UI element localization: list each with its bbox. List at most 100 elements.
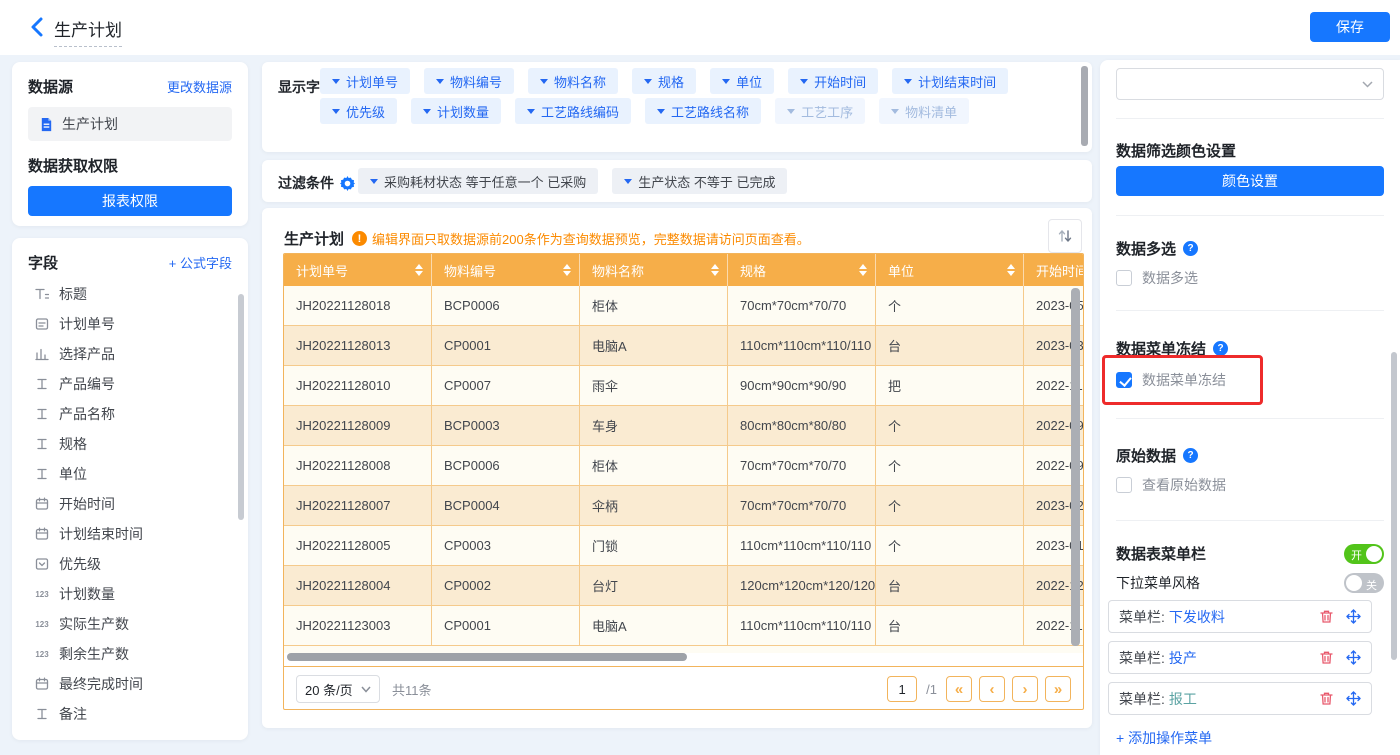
column-header[interactable]: 计划单号 — [284, 254, 432, 286]
panel-scrollbar[interactable] — [1391, 352, 1397, 660]
table-row[interactable]: JH20221128013CP0001电脑A110cm*110cm*110/11… — [284, 326, 1083, 366]
table-row[interactable]: JH20221128010CP0007雨伞90cm*90cm*90/90把202… — [284, 366, 1083, 406]
display-field-chip[interactable]: 工艺工序 — [775, 98, 865, 124]
raw-data-label: 查看原始数据 — [1142, 475, 1226, 495]
trash-icon[interactable] — [1319, 650, 1334, 665]
panel-select[interactable] — [1116, 68, 1384, 100]
display-field-chip[interactable]: 计划单号 — [320, 68, 410, 94]
display-field-chip[interactable]: 优先级 — [320, 98, 397, 124]
sort-order-button[interactable] — [1048, 219, 1082, 253]
report-permission-button[interactable]: 报表权限 — [28, 186, 232, 216]
formula-field-link[interactable]: + 公式字段 — [169, 253, 232, 272]
table-cell: BCP0003 — [432, 406, 580, 446]
back-icon[interactable] — [28, 16, 48, 38]
vertical-scrollbar[interactable] — [1071, 288, 1080, 646]
display-field-chip[interactable]: 工艺路线编码 — [515, 98, 631, 124]
column-header[interactable]: 规格 — [728, 254, 876, 286]
table-cell: 电脑A — [580, 326, 728, 366]
move-icon[interactable] — [1346, 609, 1361, 624]
table-row[interactable]: JH20221128004CP0002台灯120cm*120cm*120/120… — [284, 566, 1083, 606]
table-cell: 70cm*70cm*70/70 — [728, 486, 876, 526]
table-cell: 电脑A — [580, 606, 728, 646]
first-page-button[interactable]: « — [946, 676, 972, 702]
menubar-item[interactable]: 菜单栏: 报工 — [1108, 682, 1372, 715]
display-field-chip[interactable]: 计划数量 — [411, 98, 501, 124]
field-item[interactable]: 产品名称 — [28, 399, 232, 429]
raw-data-checkbox[interactable] — [1116, 477, 1132, 493]
trash-icon[interactable] — [1319, 691, 1334, 706]
table-row[interactable]: JH20221128018BCP0006柜体70cm*70cm*70/70个20… — [284, 286, 1083, 326]
filter-condition-chip[interactable]: 采购耗材状态 等于任意一个 已采购 — [358, 168, 598, 194]
field-item-label: 最终完成时间 — [59, 674, 143, 694]
display-field-chip[interactable]: 物料名称 — [528, 68, 618, 94]
caret-down-icon — [891, 109, 899, 114]
column-header-label: 单位 — [888, 261, 914, 280]
gear-icon[interactable] — [340, 176, 355, 191]
field-item[interactable]: 123计划数量 — [28, 579, 232, 609]
dropdown-style-toggle-off[interactable]: 关 — [1344, 573, 1384, 593]
field-item[interactable]: 产品编号 — [28, 369, 232, 399]
next-page-button[interactable]: › — [1012, 676, 1038, 702]
display-field-chip[interactable]: 规格 — [632, 68, 696, 94]
table-cell: 伞柄 — [580, 486, 728, 526]
divider — [1116, 118, 1384, 119]
color-settings-button[interactable]: 颜色设置 — [1116, 166, 1384, 196]
column-header[interactable]: 单位 — [876, 254, 1024, 286]
menu-freeze-label: 数据菜单冻结 — [1142, 370, 1226, 390]
last-page-button[interactable]: » — [1045, 676, 1071, 702]
field-item[interactable]: 123实际生产数 — [28, 609, 232, 639]
column-header[interactable]: 物料编号 — [432, 254, 580, 286]
field-item[interactable]: 计划单号 — [28, 309, 232, 339]
table-row[interactable]: JH20221128005CP0003门锁110cm*110cm*110/110… — [284, 526, 1083, 566]
field-item[interactable]: 计划结束时间 — [28, 519, 232, 549]
help-icon[interactable]: ? — [1183, 448, 1198, 463]
change-datasource-link[interactable]: 更改数据源 — [167, 77, 232, 96]
display-field-chip[interactable]: 物料清单 — [879, 98, 969, 124]
display-fields-scrollbar[interactable] — [1081, 66, 1088, 146]
filter-condition-chip[interactable]: 生产状态 不等于 已完成 — [612, 168, 787, 194]
field-item-label: 产品编号 — [59, 374, 115, 394]
menu-freeze-heading-row: 数据菜单冻结? — [1116, 338, 1384, 359]
table-cell: 车身 — [580, 406, 728, 446]
caret-down-icon — [540, 79, 548, 84]
save-button[interactable]: 保存 — [1310, 12, 1390, 42]
table-row[interactable]: JH20221123003CP0001电脑A110cm*110cm*110/11… — [284, 606, 1083, 646]
menubar-item[interactable]: 菜单栏: 投产 — [1108, 641, 1372, 674]
display-field-chip[interactable]: 开始时间 — [788, 68, 878, 94]
help-icon[interactable]: ? — [1183, 241, 1198, 256]
menubar-toggle-on[interactable]: 开 — [1344, 544, 1384, 564]
field-item[interactable]: 标题 — [28, 279, 232, 309]
field-item[interactable]: 单位 — [28, 459, 232, 489]
field-item[interactable]: 最终完成时间 — [28, 669, 232, 699]
add-action-menu-link[interactable]: + 添加操作菜单 — [1116, 728, 1384, 748]
field-item[interactable]: 优先级 — [28, 549, 232, 579]
help-icon[interactable]: ? — [1213, 341, 1228, 356]
menubar-item[interactable]: 菜单栏: 下发收料 — [1108, 600, 1372, 633]
display-field-chip[interactable]: 工艺路线名称 — [645, 98, 761, 124]
field-item[interactable]: 选择产品 — [28, 339, 232, 369]
chip-label: 物料清单 — [905, 102, 957, 121]
column-header[interactable]: 开始时间 — [1024, 254, 1083, 286]
move-icon[interactable] — [1346, 691, 1361, 706]
menu-freeze-checkbox[interactable] — [1116, 372, 1132, 388]
field-item[interactable]: 规格 — [28, 429, 232, 459]
fields-scrollbar[interactable] — [238, 294, 244, 520]
display-field-chip[interactable]: 物料编号 — [424, 68, 514, 94]
field-item[interactable]: 开始时间 — [28, 489, 232, 519]
column-header[interactable]: 物料名称 — [580, 254, 728, 286]
table-row[interactable]: JH20221128009BCP0003车身80cm*80cm*80/80个20… — [284, 406, 1083, 446]
display-field-chip[interactable]: 单位 — [710, 68, 774, 94]
display-field-chip[interactable]: 计划结束时间 — [892, 68, 1008, 94]
horizontal-scrollbar[interactable] — [287, 653, 687, 661]
field-item[interactable]: 备注 — [28, 699, 232, 729]
multi-select-checkbox[interactable] — [1116, 270, 1132, 286]
move-icon[interactable] — [1346, 650, 1361, 665]
trash-icon[interactable] — [1319, 609, 1334, 624]
datasource-item[interactable]: 生产计划 — [28, 107, 232, 141]
field-item[interactable]: 123剩余生产数 — [28, 639, 232, 669]
page-size-select[interactable]: 20 条/页 — [296, 675, 380, 703]
table-row[interactable]: JH20221128008BCP0006柜体70cm*70cm*70/70个20… — [284, 446, 1083, 486]
prev-page-button[interactable]: ‹ — [979, 676, 1005, 702]
current-page-input[interactable]: 1 — [887, 676, 917, 702]
table-row[interactable]: JH20221128007BCP0004伞柄70cm*70cm*70/70个20… — [284, 486, 1083, 526]
